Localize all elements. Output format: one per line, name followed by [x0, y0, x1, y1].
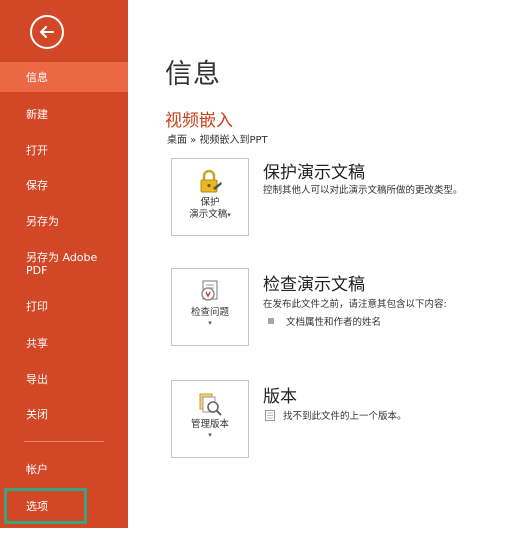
sidebar-item-new[interactable]: 新建 — [0, 108, 128, 121]
manage-versions-button[interactable]: 管理版本 ▾ — [171, 380, 249, 458]
lock-icon — [196, 167, 224, 197]
protect-button-label: 保护 演示文稿▾ — [189, 197, 231, 220]
sidebar-item-export[interactable]: 导出 — [0, 373, 128, 386]
chevron-down-icon: ▾ — [227, 211, 231, 219]
document-name: 视频嵌入 — [165, 111, 233, 131]
sidebar-item-share[interactable]: 共享 — [0, 337, 128, 350]
chevron-down-icon: ▾ — [208, 431, 212, 439]
inspect-bullet-item: 文档属性和作者的姓名 — [268, 314, 381, 328]
options-highlight-box — [4, 488, 87, 524]
manage-versions-label: 管理版本 — [190, 419, 229, 430]
check-issues-label: 检查问题 — [190, 307, 229, 318]
document-icon — [265, 409, 275, 421]
versions-icon — [196, 389, 224, 419]
sidebar-item-save-as[interactable]: 另存为 — [0, 215, 128, 228]
breadcrumb: 桌面 » 视频嵌入到PPT — [167, 135, 268, 146]
inspect-document-icon — [196, 277, 224, 307]
protect-presentation-button[interactable]: 保护 演示文稿▾ — [171, 158, 249, 236]
page-title: 信息 — [165, 59, 221, 90]
sidebar-item-info[interactable]: 信息 — [0, 62, 128, 92]
protect-section-title: 保护演示文稿 — [263, 163, 365, 183]
versions-status-row: 找不到此文件的上一个版本。 — [265, 408, 407, 422]
versions-description: 找不到此文件的上一个版本。 — [283, 411, 407, 422]
sidebar-item-save[interactable]: 保存 — [0, 179, 128, 192]
arrow-left-icon — [40, 26, 54, 38]
sidebar-item-print[interactable]: 打印 — [0, 300, 128, 313]
sidebar-item-save-as-pdf[interactable]: 另存为 Adobe PDF — [0, 251, 128, 277]
backstage-sidebar: 信息 新建 打开 保存 另存为 另存为 Adobe PDF 打印 共享 导出 关… — [0, 0, 128, 528]
check-for-issues-button[interactable]: 检查问题 ▾ — [171, 268, 249, 346]
sidebar-item-account[interactable]: 帐户 — [0, 463, 128, 476]
bullet-square-icon — [268, 318, 274, 324]
back-button[interactable] — [30, 15, 64, 49]
sidebar-item-close[interactable]: 关闭 — [0, 408, 128, 421]
inspect-section-title: 检查演示文稿 — [263, 275, 365, 295]
sidebar-divider — [24, 441, 104, 442]
protect-section-description: 控制其他人可以对此演示文稿所做的更改类型。 — [263, 185, 463, 196]
versions-section-title: 版本 — [263, 387, 297, 407]
sidebar-item-open[interactable]: 打开 — [0, 144, 128, 157]
inspect-section-description: 在发布此文件之前，请注意其包含以下内容: — [263, 299, 447, 310]
chevron-down-icon: ▾ — [208, 319, 212, 327]
